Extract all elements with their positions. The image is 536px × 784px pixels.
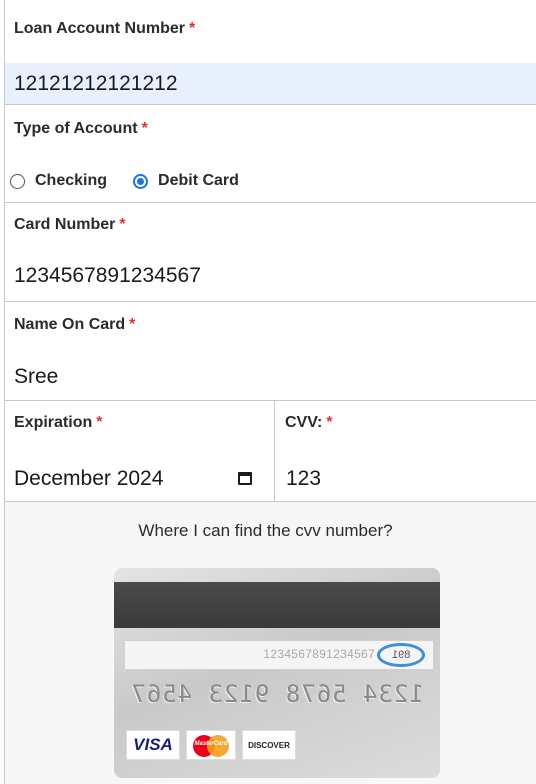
radio-debit-card-label[interactable]: Debit Card	[158, 172, 239, 190]
radio-checking[interactable]	[10, 173, 25, 189]
account-type-label: Type of Account *	[14, 120, 148, 137]
required-mark: *	[119, 216, 126, 233]
name-on-card-input[interactable]: Sree	[14, 365, 524, 395]
column-divider	[274, 401, 275, 502]
embossed-card-number: 1234 5678 9123 4567	[130, 680, 424, 708]
required-mark: *	[326, 414, 333, 431]
card-number-label: Card Number *	[14, 216, 126, 233]
loan-account-value: 12121212121212	[14, 72, 178, 95]
discover-logo: DISCOVER	[242, 730, 296, 760]
loan-account-field: Loan Account Number * 12121212121212	[4, 0, 536, 105]
expiration-input[interactable]: December 2024	[14, 467, 214, 491]
radio-debit-card[interactable]	[133, 173, 149, 189]
account-type-radio-group: Checking Debit Card	[10, 172, 239, 190]
cvv-input[interactable]: 123	[286, 467, 516, 491]
signature-panel: 1234567891234567 891	[124, 640, 434, 670]
signature-number: 1234567891234567	[263, 647, 375, 661]
card-number-input[interactable]: 1234567891234567	[14, 264, 524, 294]
calendar-icon[interactable]	[238, 472, 252, 485]
cvv-highlight-ring: 891	[377, 643, 425, 667]
card-number-field: Card Number * 1234567891234567	[4, 203, 536, 302]
required-mark: *	[129, 316, 136, 333]
cvv-help-title: Where I can find the cvv number?	[138, 521, 393, 540]
required-mark: *	[141, 120, 148, 137]
name-on-card-label: Name On Card *	[14, 316, 136, 333]
required-mark: *	[96, 414, 103, 431]
expiration-label: Expiration *	[14, 414, 103, 431]
name-on-card-field: Name On Card * Sree	[4, 302, 536, 401]
required-mark: *	[188, 20, 196, 37]
loan-account-label: Loan Account Number *	[14, 20, 196, 37]
cvv-label: CVV: *	[285, 414, 333, 431]
cvv-digits: 891	[391, 649, 411, 661]
card-brand-logos: VISA MasterCard DISCOVER	[126, 730, 296, 760]
radio-checking-label[interactable]: Checking	[35, 172, 107, 190]
magnetic-stripe	[114, 582, 440, 628]
visa-logo: VISA	[126, 730, 180, 760]
mastercard-logo: MasterCard	[186, 730, 236, 760]
card-back-image: 1234567891234567 891 1234 5678 9123 4567…	[114, 568, 440, 778]
expiration-cvv-row: Expiration * December 2024 CVV: * 123	[4, 401, 536, 502]
